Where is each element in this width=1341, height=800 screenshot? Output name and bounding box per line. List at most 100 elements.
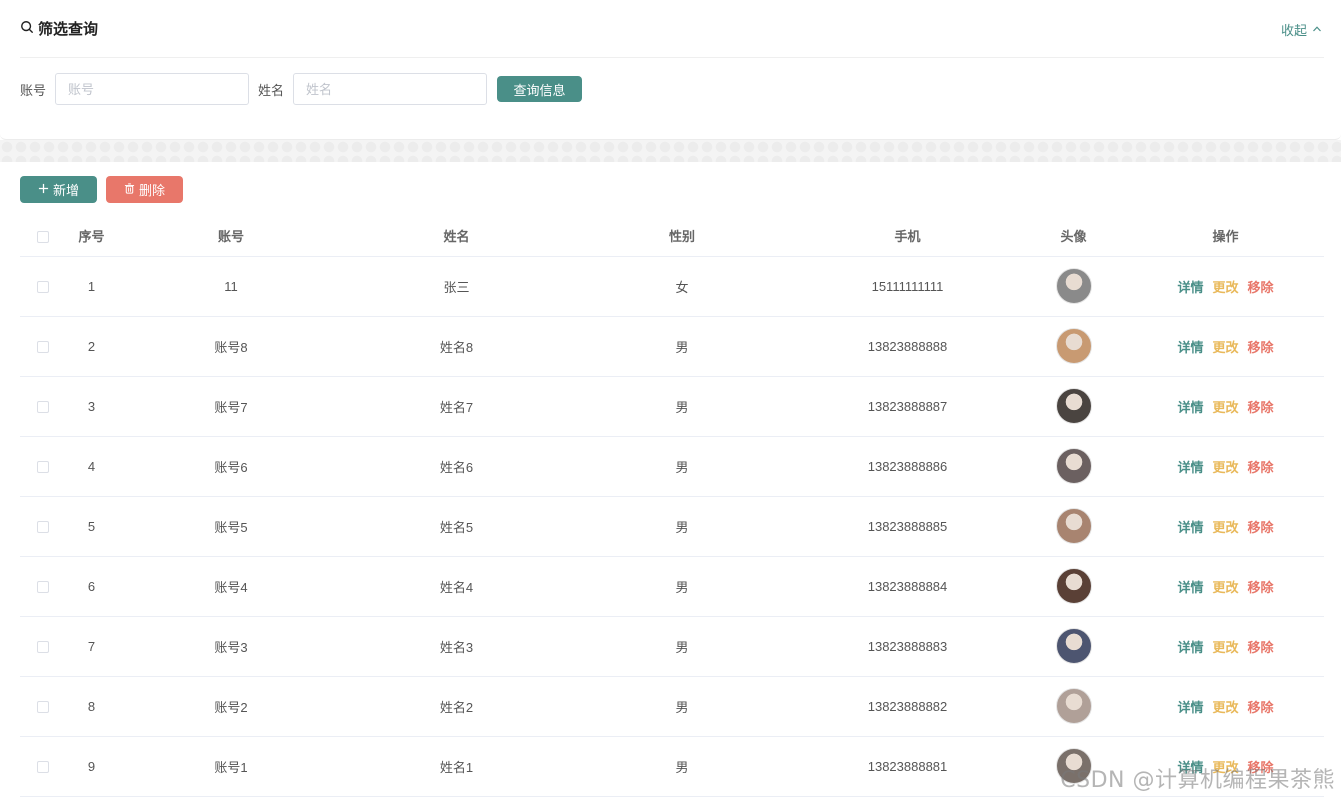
cell-avatar (1020, 496, 1127, 557)
edit-link[interactable]: 更改 (1212, 577, 1238, 596)
cell-gender: 男 (569, 616, 795, 677)
row-checkbox[interactable] (36, 641, 49, 654)
cell-actions: 详情 更改 移除 (1127, 256, 1324, 317)
filter-title-text: 筛选查询 (38, 21, 99, 38)
header-phone: 手机 (795, 216, 1020, 257)
name-label: 姓名 (258, 82, 285, 98)
avatar (1055, 388, 1092, 424)
cell-avatar (1020, 316, 1127, 377)
remove-link[interactable]: 移除 (1248, 337, 1274, 356)
detail-link[interactable]: 详情 (1177, 457, 1203, 476)
user-table: 序号 账号 姓名 性别 手机 头像 操作 1 11 张三女 15111111111 详情… (20, 216, 1324, 797)
row-select (20, 496, 65, 557)
cell-index: 2 (65, 316, 118, 377)
cell-phone: 13823888887 (795, 376, 1020, 437)
cell-actions: 详情 更改 移除 (1127, 316, 1324, 377)
avatar (1055, 268, 1092, 304)
remove-link[interactable]: 移除 (1248, 517, 1274, 536)
delete-button[interactable]: 删除 (106, 176, 183, 203)
cell-account: 账号5 (118, 496, 344, 557)
edit-link[interactable]: 更改 (1212, 397, 1238, 416)
query-button[interactable]: 查询信息 (497, 76, 583, 102)
cell-avatar (1020, 256, 1127, 317)
cell-gender: 男 (569, 316, 795, 377)
header-avatar: 头像 (1020, 216, 1127, 257)
select-all-checkbox[interactable] (36, 230, 49, 243)
row-checkbox[interactable] (36, 341, 49, 354)
account-input[interactable] (55, 73, 250, 105)
detail-link[interactable]: 详情 (1177, 517, 1203, 536)
edit-link[interactable]: 更改 (1212, 277, 1238, 296)
avatar (1055, 688, 1092, 724)
remove-link[interactable]: 移除 (1248, 577, 1274, 596)
detail-link[interactable]: 详情 (1177, 697, 1203, 716)
cell-phone: 13823888882 (795, 676, 1020, 737)
cell-actions: 详情 更改 移除 (1127, 436, 1324, 497)
cell-account: 账号1 (118, 736, 344, 797)
cell-phone: 15111111111 (795, 256, 1020, 317)
cell-phone: 13823888881 (795, 736, 1020, 797)
row-select (20, 736, 65, 797)
cell-actions: 详情 更改 移除 (1127, 616, 1324, 677)
detail-link[interactable]: 详情 (1177, 337, 1203, 356)
add-label: 新增 (52, 183, 79, 198)
edit-link[interactable]: 更改 (1212, 337, 1238, 356)
remove-link[interactable]: 移除 (1248, 457, 1274, 476)
row-checkbox[interactable] (36, 701, 49, 714)
cell-account: 账号6 (118, 436, 344, 497)
cell-index: 1 (65, 256, 118, 317)
row-checkbox[interactable] (36, 281, 49, 294)
remove-link[interactable]: 移除 (1248, 397, 1274, 416)
collapse-button[interactable]: 收起 (1281, 20, 1322, 39)
add-button[interactable]: 新增 (20, 176, 97, 203)
cell-avatar (1020, 676, 1127, 737)
row-select (20, 436, 65, 497)
edit-link[interactable]: 更改 (1212, 517, 1238, 536)
detail-link[interactable]: 详情 (1177, 637, 1203, 656)
avatar (1055, 448, 1092, 484)
row-checkbox[interactable] (36, 581, 49, 594)
cell-account: 账号8 (118, 316, 344, 377)
cell-gender: 男 (569, 376, 795, 437)
row-checkbox[interactable] (36, 521, 49, 534)
search-icon (20, 20, 34, 38)
table-panel: 新增 删除 序号 账号 姓名 性别 手机 头像 操作 1 11 张三 女 151… (0, 162, 1341, 800)
cell-index: 3 (65, 376, 118, 437)
cell-name: 张三 (344, 256, 569, 317)
header-gender: 性别 (569, 216, 795, 257)
detail-link[interactable]: 详情 (1177, 577, 1203, 596)
table-row: 7 账号3 姓名3 男 13823888883 详情 更改 移除 (20, 616, 1324, 677)
cell-index: 5 (65, 496, 118, 557)
remove-link[interactable]: 移除 (1248, 277, 1274, 296)
table-row: 6 账号4 姓名4 男 13823888884 详情 更改 移除 (20, 556, 1324, 617)
cell-avatar (1020, 616, 1127, 677)
trash-icon (124, 182, 135, 197)
edit-link[interactable]: 更改 (1212, 457, 1238, 476)
edit-link[interactable]: 更改 (1212, 637, 1238, 656)
row-checkbox[interactable] (36, 401, 49, 414)
detail-link[interactable]: 详情 (1177, 397, 1203, 416)
cell-actions: 详情 更改 移除 (1127, 376, 1324, 437)
filter-title: 筛选查询 (20, 18, 98, 39)
cell-name: 姓名8 (344, 316, 569, 377)
cell-name: 姓名3 (344, 616, 569, 677)
table-header-row: 序号 账号 姓名 性别 手机 头像 操作 (20, 216, 1324, 257)
row-checkbox[interactable] (36, 761, 49, 774)
cell-avatar (1020, 436, 1127, 497)
edit-link[interactable]: 更改 (1212, 697, 1238, 716)
cell-phone: 13823888885 (795, 496, 1020, 557)
remove-link[interactable]: 移除 (1248, 697, 1274, 716)
cell-phone: 13823888888 (795, 316, 1020, 377)
detail-link[interactable]: 详情 (1177, 277, 1203, 296)
cell-index: 9 (65, 736, 118, 797)
table-row: 5 账号5 姓名5 男 13823888885 详情 更改 移除 (20, 496, 1324, 557)
table-row: 8 账号2 姓名2 男 13823888882 详情 更改 移除 (20, 676, 1324, 737)
avatar (1055, 568, 1092, 604)
cell-account: 账号2 (118, 676, 344, 737)
row-checkbox[interactable] (36, 461, 49, 474)
name-input[interactable] (293, 73, 488, 105)
remove-link[interactable]: 移除 (1248, 637, 1274, 656)
table-row: 4 账号6 姓名6 男 13823888886 详情 更改 移除 (20, 436, 1324, 497)
cell-phone: 13823888884 (795, 556, 1020, 617)
watermark: CSDN @计算机编程果茶熊 (1060, 768, 1335, 793)
